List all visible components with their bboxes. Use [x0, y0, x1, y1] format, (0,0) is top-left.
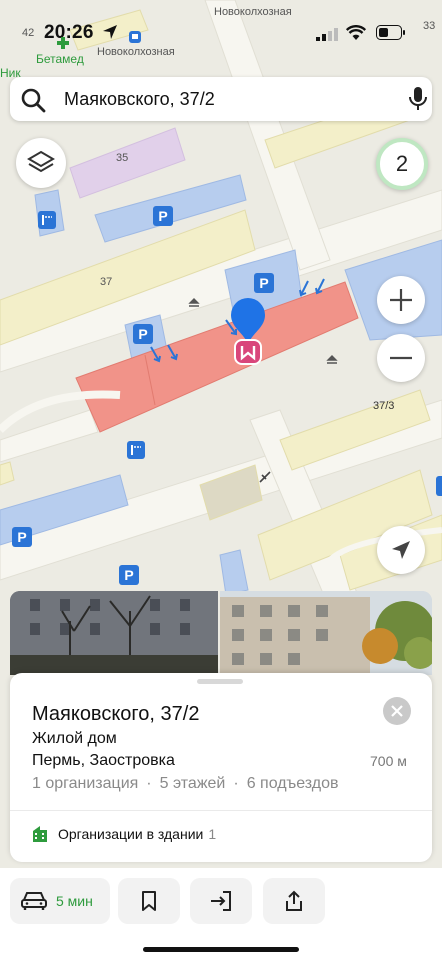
bookmark-button[interactable]: [118, 878, 180, 924]
entrance-arrows-icon: [299, 278, 325, 297]
bottom-action-bar: 5 мин: [0, 868, 442, 960]
parking-marker-edge[interactable]: [436, 476, 442, 496]
map-label-street-top: Новоколхозная: [214, 6, 292, 18]
bookmark-icon: [142, 891, 156, 911]
navigation-arrow-icon: [392, 541, 410, 559]
home-indicator[interactable]: [143, 947, 299, 952]
parking-marker[interactable]: P: [254, 273, 274, 293]
search-icon[interactable]: [20, 87, 46, 113]
building-photos[interactable]: [10, 591, 432, 675]
door-enter-icon: [211, 891, 231, 911]
meta-floors: 5 этажей: [159, 775, 226, 792]
search-bar[interactable]: Маяковского, 37/2: [10, 77, 432, 121]
place-distance: 700 м: [370, 753, 407, 769]
layers-button[interactable]: [16, 138, 66, 188]
building-photo[interactable]: [220, 591, 432, 675]
place-address: Пермь, Заостровка: [32, 752, 175, 769]
zoom-out-button[interactable]: [377, 334, 425, 382]
pharmacy-icon[interactable]: [56, 36, 70, 50]
map-label-42: 42: [22, 27, 35, 39]
map-label-33: 33: [423, 20, 436, 32]
search-input[interactable]: Маяковского, 37/2: [64, 89, 215, 110]
card-grabber[interactable]: [197, 679, 243, 684]
map-label-35: 35: [116, 152, 129, 164]
entrance-button[interactable]: [190, 878, 252, 924]
building-photo[interactable]: [10, 591, 218, 675]
parking-marker[interactable]: P: [12, 527, 32, 547]
map-label-betamed: Бетамед: [36, 52, 84, 66]
wifi-icon: [346, 25, 366, 40]
close-button[interactable]: [383, 697, 411, 725]
bus-stop-icon[interactable]: [128, 30, 142, 44]
parking-marker[interactable]: P: [119, 565, 139, 585]
entrance-icon: [188, 298, 200, 307]
location-arrow-icon: [103, 25, 117, 39]
cluster-count-button[interactable]: 2: [376, 138, 428, 190]
divider: [10, 810, 432, 811]
battery-icon: [376, 25, 405, 40]
route-button[interactable]: 5 мин: [10, 878, 110, 924]
barrier-icon: [259, 471, 271, 483]
parking-marker[interactable]: P: [153, 206, 173, 226]
map-label-bus-stop: Новоколхозная: [97, 46, 175, 58]
microphone-icon[interactable]: [408, 86, 428, 112]
route-eta: 5 мин: [56, 893, 93, 909]
cluster-count: 2: [395, 151, 409, 176]
place-title: Маяковского, 37/2: [32, 703, 200, 725]
entrance-icon: [326, 355, 338, 364]
zoom-in-button[interactable]: [377, 276, 425, 324]
gate-marker-icon[interactable]: [127, 441, 145, 459]
place-card[interactable]: Маяковского, 37/2 Жилой дом Пермь, Заост…: [10, 673, 432, 862]
meta-entrances: 6 подъездов: [246, 775, 339, 792]
share-icon: [286, 890, 302, 911]
my-location-button[interactable]: [377, 526, 425, 574]
selected-location-pin[interactable]: [227, 296, 269, 368]
place-type: Жилой дом: [32, 730, 117, 747]
organizations-label: Организации в здании: [58, 826, 204, 842]
parking-marker[interactable]: P: [133, 324, 153, 344]
map-label-37-3: 37/3: [373, 400, 395, 412]
meta-organizations: 1 организация: [32, 775, 139, 792]
place-meta: 1 организация · 5 этажей · 6 подъездов: [32, 775, 339, 792]
gate-marker-icon[interactable]: [38, 211, 56, 229]
layers-icon: [27, 150, 55, 173]
organizations-row[interactable]: Организации в здании 1: [32, 823, 216, 845]
close-icon: [391, 705, 403, 717]
parking-area: [219, 549, 249, 596]
building: [0, 461, 15, 486]
organizations-count: 1: [208, 826, 217, 842]
minus-icon: [390, 356, 412, 360]
signal-icon: [316, 28, 338, 41]
share-button[interactable]: [263, 878, 325, 924]
map-label-37: 37: [100, 276, 113, 288]
plus-icon: [390, 289, 412, 311]
building-icon: [33, 826, 47, 842]
car-icon: [21, 892, 47, 910]
entrance-arrows-icon: [150, 344, 178, 363]
